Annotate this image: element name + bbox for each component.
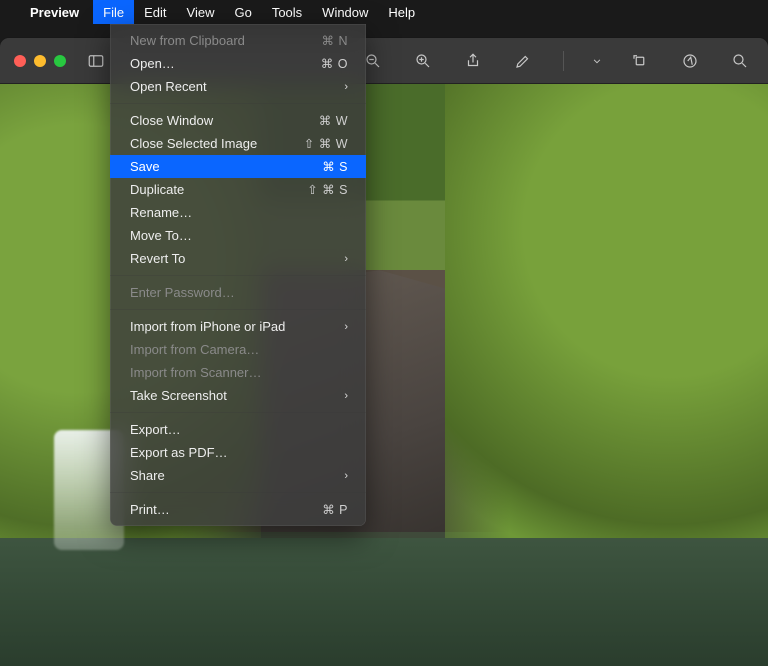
menu-item-import-from-iphone-or-ipad[interactable]: Import from iPhone or iPad› <box>110 315 366 338</box>
menu-item-label: Import from Camera… <box>130 342 348 357</box>
menu-separator <box>110 412 366 413</box>
app-name[interactable]: Preview <box>30 5 79 20</box>
highlight-icon[interactable] <box>676 47 704 75</box>
menu-item-shortcut: ⌘ W <box>319 113 348 128</box>
menu-item-label: Rename… <box>130 205 348 220</box>
menu-item-shortcut: ⇧ ⌘ S <box>307 182 348 197</box>
menu-item-label: Revert To <box>130 251 344 266</box>
menu-item-label: Open… <box>130 56 321 71</box>
menu-item-open-recent[interactable]: Open Recent› <box>110 75 366 98</box>
markup-icon[interactable] <box>509 47 537 75</box>
menu-item-label: Duplicate <box>130 182 307 197</box>
rotate-icon[interactable] <box>626 47 654 75</box>
menu-item-label: Move To… <box>130 228 348 243</box>
menu-item-take-screenshot[interactable]: Take Screenshot› <box>110 384 366 407</box>
menu-item-label: Print… <box>130 502 322 517</box>
menu-item-shortcut: ⌘ N <box>322 33 349 48</box>
menu-item-import-from-scanner: Import from Scanner… <box>110 361 366 384</box>
system-menubar: Preview FileEditViewGoToolsWindowHelp <box>0 0 768 24</box>
menu-item-label: Import from iPhone or iPad <box>130 319 344 334</box>
sidebar-toggle-icon[interactable] <box>82 47 110 75</box>
menu-item-label: Save <box>130 159 322 174</box>
menu-item-shortcut: ⇧ ⌘ W <box>304 136 348 151</box>
window-traffic-lights <box>14 55 66 67</box>
menu-item-save[interactable]: Save⌘ S <box>110 155 366 178</box>
menubar-item-window[interactable]: Window <box>312 0 378 24</box>
image-content <box>0 538 768 666</box>
search-icon[interactable] <box>726 47 754 75</box>
menu-item-close-window[interactable]: Close Window⌘ W <box>110 109 366 132</box>
menu-item-export[interactable]: Export… <box>110 418 366 441</box>
menu-item-shortcut: ⌘ S <box>322 159 348 174</box>
menubar-item-file[interactable]: File <box>93 0 134 24</box>
menubar-item-edit[interactable]: Edit <box>134 0 176 24</box>
menu-item-share[interactable]: Share› <box>110 464 366 487</box>
menu-separator <box>110 103 366 104</box>
minimize-window-button[interactable] <box>34 55 46 67</box>
menu-item-label: Close Window <box>130 113 319 128</box>
chevron-right-icon: › <box>344 321 348 333</box>
menu-item-open[interactable]: Open…⌘ O <box>110 52 366 75</box>
menu-item-rename[interactable]: Rename… <box>110 201 366 224</box>
chevron-right-icon: › <box>344 253 348 265</box>
share-icon[interactable] <box>459 47 487 75</box>
menu-item-move-to[interactable]: Move To… <box>110 224 366 247</box>
chevron-right-icon: › <box>344 470 348 482</box>
menu-separator <box>110 309 366 310</box>
menu-item-shortcut: ⌘ O <box>321 56 348 71</box>
menu-item-export-as-pdf[interactable]: Export as PDF… <box>110 441 366 464</box>
menu-item-new-from-clipboard: New from Clipboard⌘ N <box>110 29 366 52</box>
file-menu-dropdown: New from Clipboard⌘ NOpen…⌘ OOpen Recent… <box>110 24 366 526</box>
menu-item-label: Share <box>130 468 344 483</box>
chevron-right-icon: › <box>344 390 348 402</box>
menu-item-label: Export… <box>130 422 348 437</box>
menu-item-label: Import from Scanner… <box>130 365 348 380</box>
markup-dropdown-icon[interactable] <box>590 47 604 75</box>
menubar-item-view[interactable]: View <box>177 0 225 24</box>
menu-item-import-from-camera: Import from Camera… <box>110 338 366 361</box>
menu-item-label: Close Selected Image <box>130 136 304 151</box>
menu-item-print[interactable]: Print…⌘ P <box>110 498 366 521</box>
close-window-button[interactable] <box>14 55 26 67</box>
menu-item-label: Open Recent <box>130 79 344 94</box>
menu-item-enter-password: Enter Password… <box>110 281 366 304</box>
menu-item-label: New from Clipboard <box>130 33 322 48</box>
menu-item-label: Take Screenshot <box>130 388 344 403</box>
fullscreen-window-button[interactable] <box>54 55 66 67</box>
menu-item-revert-to[interactable]: Revert To› <box>110 247 366 270</box>
menu-separator <box>110 492 366 493</box>
menubar-item-go[interactable]: Go <box>224 0 261 24</box>
menu-item-shortcut: ⌘ P <box>322 502 348 517</box>
menubar-item-tools[interactable]: Tools <box>262 0 312 24</box>
menu-item-close-selected-image[interactable]: Close Selected Image⇧ ⌘ W <box>110 132 366 155</box>
menu-separator <box>110 275 366 276</box>
chevron-right-icon: › <box>344 81 348 93</box>
menubar-item-help[interactable]: Help <box>378 0 425 24</box>
menu-item-duplicate[interactable]: Duplicate⇧ ⌘ S <box>110 178 366 201</box>
menu-item-label: Enter Password… <box>130 285 348 300</box>
menu-item-label: Export as PDF… <box>130 445 348 460</box>
toolbar-separator <box>563 51 564 71</box>
zoom-in-icon[interactable] <box>409 47 437 75</box>
